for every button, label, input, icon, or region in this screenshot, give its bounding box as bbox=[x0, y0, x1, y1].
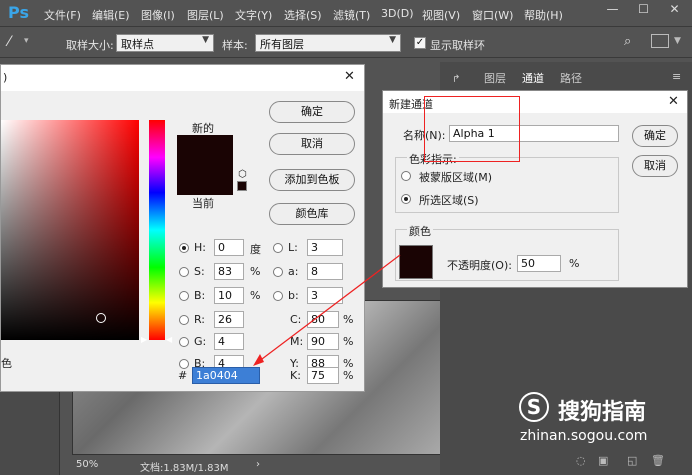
web-safe-swatch[interactable] bbox=[237, 181, 247, 191]
h-input[interactable]: 0 bbox=[214, 239, 244, 256]
menu-bar: Ps 文件(F) 编辑(E) 图像(I) 图层(L) 文字(Y) 选择(S) 滤… bbox=[0, 0, 692, 27]
maximize-button[interactable]: ☐ bbox=[628, 0, 659, 20]
tab-paths[interactable]: 路径 bbox=[560, 70, 582, 86]
opacity-unit: % bbox=[569, 257, 580, 270]
s-input[interactable]: 83 bbox=[214, 263, 244, 280]
color-only-label: 色 bbox=[1, 357, 12, 370]
panel-menu-icon[interactable]: ≡ bbox=[672, 70, 681, 83]
watermark-brand: 搜狗指南 bbox=[558, 400, 647, 425]
r-input[interactable]: 26 bbox=[214, 311, 244, 328]
selected-areas-label[interactable]: 所选区域(S) bbox=[419, 192, 479, 208]
cancel-button[interactable]: 取消 bbox=[269, 133, 355, 155]
save-selection-icon[interactable]: ▣ bbox=[598, 454, 608, 467]
menu-select[interactable]: 选择(S) bbox=[284, 7, 322, 23]
s-label: S: bbox=[194, 265, 205, 278]
hue-slider-right-arrow[interactable]: ◀ bbox=[166, 335, 172, 344]
hue-slider-left-arrow[interactable]: ▶ bbox=[141, 335, 147, 344]
r-label: R: bbox=[194, 313, 206, 326]
current-color-label: 当前 bbox=[192, 197, 214, 210]
minimize-button[interactable]: — bbox=[597, 0, 628, 20]
new-color-label: 新的 bbox=[192, 122, 214, 135]
sample-select[interactable]: 所有图层 ▼ bbox=[255, 34, 401, 52]
masked-areas-label[interactable]: 被蒙版区域(M) bbox=[419, 169, 492, 185]
chevron-down-icon: ▼ bbox=[389, 35, 396, 45]
cancel-button[interactable]: 取消 bbox=[632, 155, 678, 177]
zoom-level[interactable]: 50% bbox=[76, 459, 98, 470]
collapse-icon[interactable]: ↱ bbox=[452, 74, 460, 85]
menu-window[interactable]: 窗口(W) bbox=[472, 7, 513, 23]
menu-image[interactable]: 图像(I) bbox=[141, 7, 175, 23]
toolbar-panel bbox=[0, 380, 60, 475]
opacity-label: 不透明度(O): bbox=[447, 259, 512, 272]
current-color-swatch[interactable] bbox=[177, 165, 233, 195]
color-group-label: 颜色 bbox=[407, 223, 433, 239]
close-icon[interactable]: ✕ bbox=[668, 94, 679, 109]
g-label: G: bbox=[194, 335, 207, 348]
r-radio[interactable] bbox=[179, 315, 189, 325]
window-close-button[interactable]: ✕ bbox=[659, 0, 690, 20]
masked-areas-radio[interactable] bbox=[401, 171, 411, 181]
color-field[interactable] bbox=[1, 120, 139, 340]
tab-layers[interactable]: 图层 bbox=[484, 70, 506, 86]
highlight-rectangle bbox=[424, 96, 520, 162]
g-radio[interactable] bbox=[179, 337, 189, 347]
sample-label: 样本: bbox=[222, 39, 248, 52]
color-cursor[interactable] bbox=[96, 313, 106, 323]
blue-radio[interactable] bbox=[179, 359, 189, 369]
ok-button[interactable]: 确定 bbox=[269, 101, 355, 123]
close-icon[interactable]: ✕ bbox=[344, 69, 355, 84]
color-libraries-button[interactable]: 颜色库 bbox=[269, 203, 355, 225]
ok-button[interactable]: 确定 bbox=[632, 125, 678, 147]
menu-3d[interactable]: 3D(D) bbox=[381, 7, 414, 20]
menu-layer[interactable]: 图层(L) bbox=[187, 7, 224, 23]
b-label: B: bbox=[194, 289, 206, 302]
menu-edit[interactable]: 编辑(E) bbox=[92, 7, 130, 23]
delete-channel-icon[interactable]: 🗑 bbox=[651, 454, 665, 467]
sample-size-select[interactable]: 取样点 ▼ bbox=[116, 34, 214, 52]
photoshop-logo: Ps bbox=[8, 3, 29, 22]
opacity-input[interactable]: 50 bbox=[517, 255, 561, 272]
dialog-titlebar: ) ✕ bbox=[1, 65, 364, 91]
dialog-title: ) bbox=[3, 71, 8, 84]
annotation-arrow bbox=[253, 254, 401, 366]
selected-areas-radio[interactable] bbox=[401, 194, 411, 204]
hue-slider[interactable] bbox=[149, 120, 165, 340]
menu-help[interactable]: 帮助(H) bbox=[524, 7, 563, 23]
options-bar: ⁄ ▾ 取样大小: 取样点 ▼ 样本: 所有图层 ▼ ✓ 显示取样环 ⌕ ▼ bbox=[0, 28, 692, 58]
chevron-right-icon[interactable]: › bbox=[256, 459, 260, 470]
menu-file[interactable]: 文件(F) bbox=[44, 7, 81, 23]
menu-type[interactable]: 文字(Y) bbox=[235, 7, 272, 23]
new-color-swatch bbox=[177, 135, 233, 165]
search-icon[interactable]: ⌕ bbox=[624, 34, 631, 49]
menu-view[interactable]: 视图(V) bbox=[422, 7, 460, 23]
eyedropper-icon[interactable]: ⁄ bbox=[8, 34, 10, 50]
tool-preset-chevron-icon[interactable]: ▾ bbox=[24, 36, 29, 46]
cube-icon[interactable]: ⬡ bbox=[238, 169, 247, 180]
k-unit: % bbox=[343, 369, 354, 382]
sample-size-label: 取样大小: bbox=[66, 39, 114, 52]
s-radio[interactable] bbox=[179, 267, 189, 277]
chevron-down-icon[interactable]: ▼ bbox=[674, 36, 681, 46]
show-ring-checkbox[interactable]: ✓ bbox=[414, 37, 426, 49]
h-label: H: bbox=[194, 241, 206, 254]
load-selection-icon[interactable]: ◌ bbox=[576, 454, 586, 467]
b-radio[interactable] bbox=[179, 291, 189, 301]
g-input[interactable]: 4 bbox=[214, 333, 244, 350]
chevron-down-icon: ▼ bbox=[202, 35, 209, 45]
add-to-swatches-button[interactable]: 添加到色板 bbox=[269, 169, 355, 191]
window-controls: — ☐ ✕ bbox=[597, 0, 692, 20]
workspace-icon[interactable] bbox=[651, 34, 669, 48]
watermark-url: zhinan.sogou.com bbox=[520, 428, 648, 444]
new-channel-icon[interactable]: ◱ bbox=[627, 454, 637, 467]
k-label: K: bbox=[290, 369, 301, 382]
b-input[interactable]: 10 bbox=[214, 287, 244, 304]
tab-channels[interactable]: 通道 bbox=[522, 70, 544, 86]
doc-size: 文档:1.83M/1.83M bbox=[140, 463, 229, 474]
status-bar: 50% 文档:1.83M/1.83M › bbox=[68, 455, 440, 475]
menu-filter[interactable]: 滤镜(T) bbox=[333, 7, 370, 23]
h-radio[interactable] bbox=[179, 243, 189, 253]
hex-hash-label: # bbox=[178, 369, 188, 382]
show-ring-label: 显示取样环 bbox=[430, 39, 485, 52]
sogou-logo-icon: S bbox=[519, 392, 549, 422]
